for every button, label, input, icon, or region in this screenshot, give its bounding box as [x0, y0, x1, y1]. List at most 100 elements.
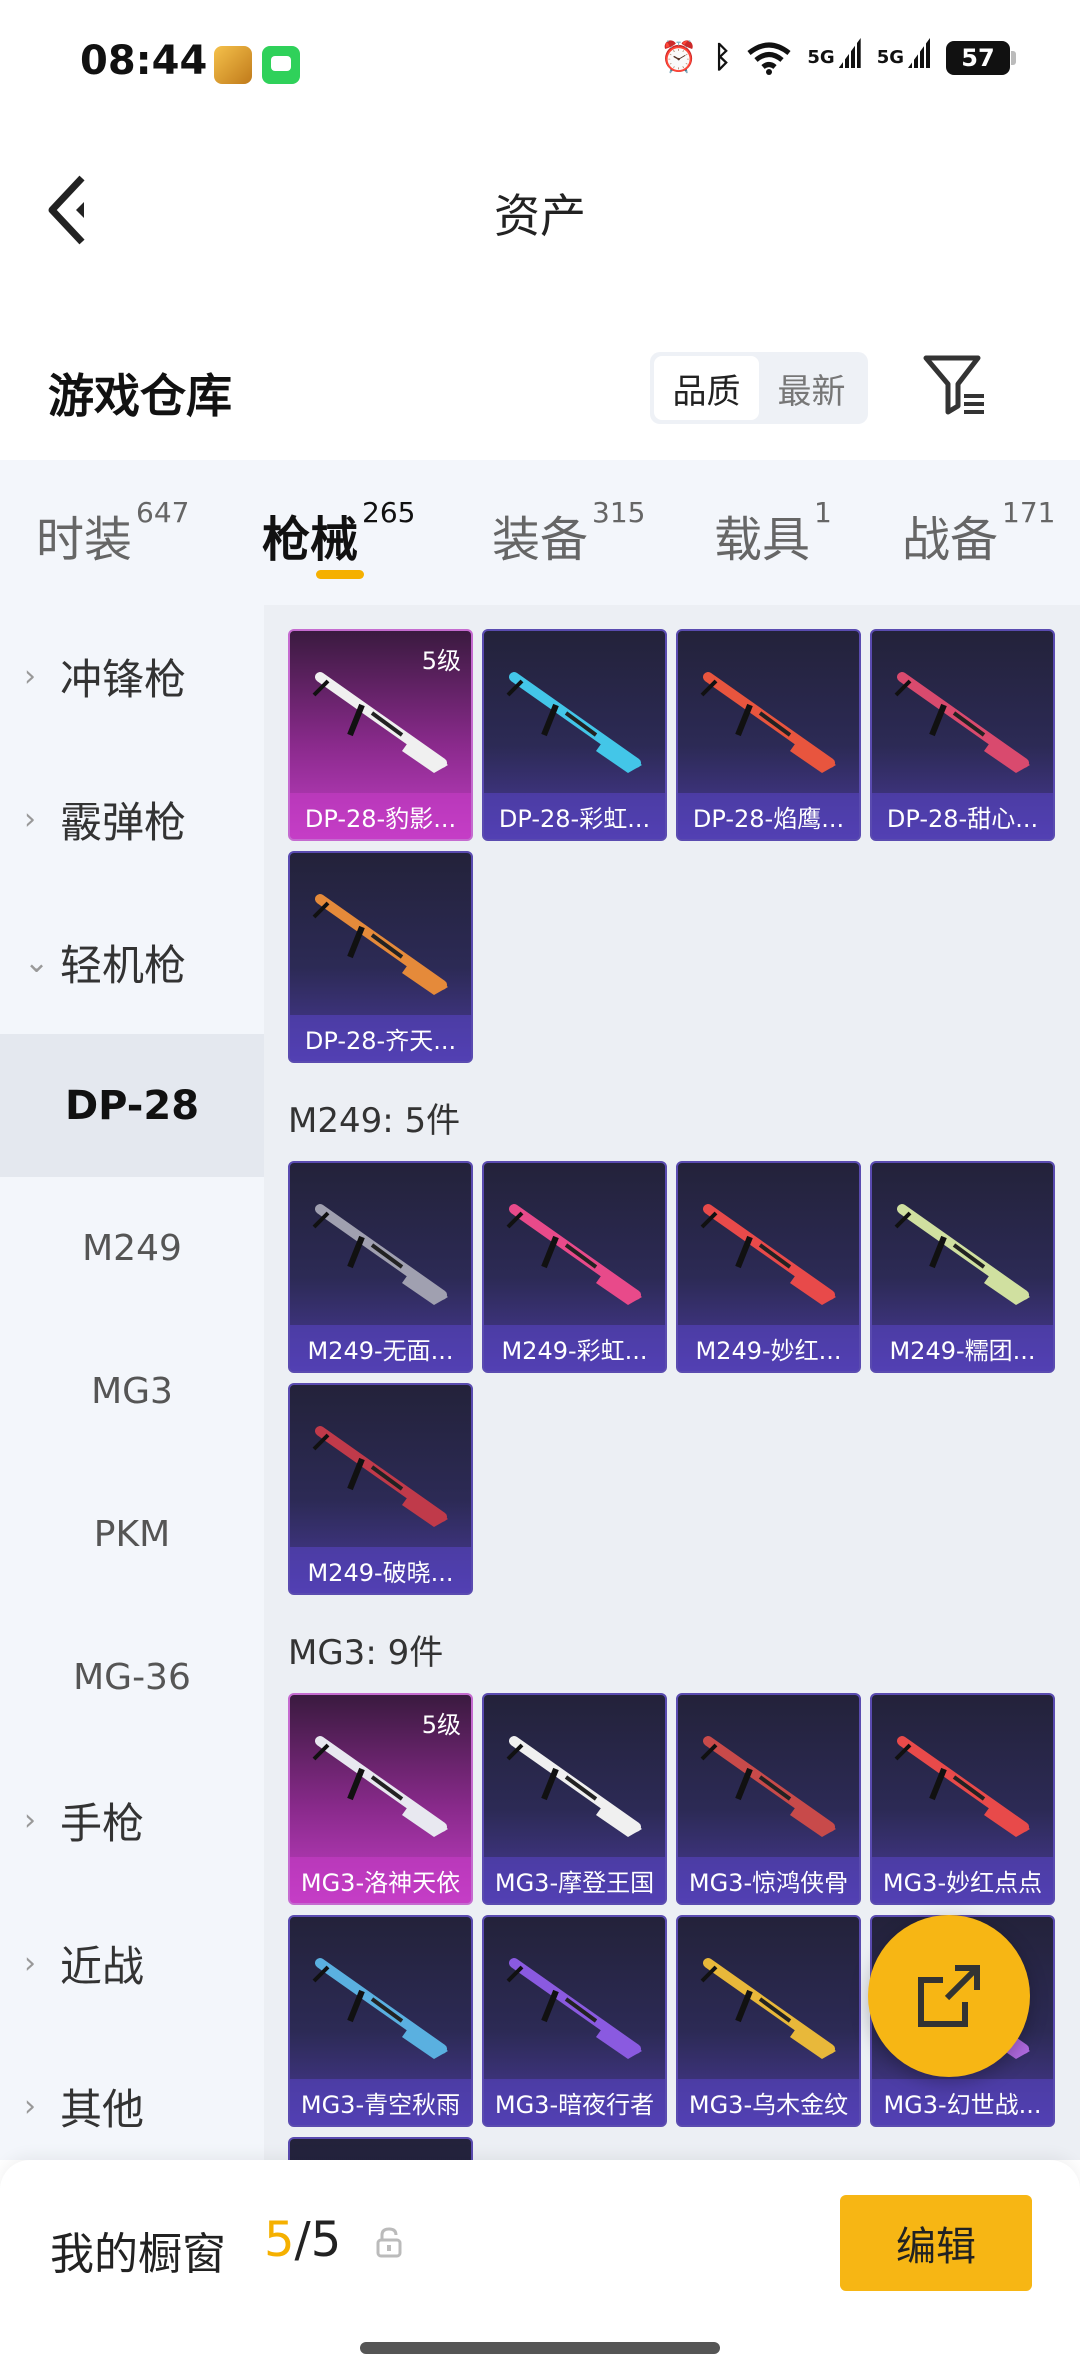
weapon-card[interactable]: MG3-妙红点点 [870, 1693, 1055, 1905]
tab-label: 载具 [714, 512, 811, 568]
weapon-skin-image [700, 1736, 836, 1837]
weapon-skin-image [506, 1204, 642, 1305]
sidebar-item-pistol[interactable]: › 手枪 [0, 1749, 264, 1892]
signal-5g-1: 5G [807, 47, 860, 68]
weapon-skin-name: DP-28-彩虹... [484, 793, 665, 839]
sort-newest-button[interactable]: 最新 [759, 356, 864, 420]
home-indicator [360, 2342, 720, 2354]
weapon-skin-name: DP-28-豹影... [290, 793, 471, 839]
weapon-card[interactable]: MG3-乌木金纹 [676, 1915, 861, 2127]
chevron-right-icon: › [24, 1946, 36, 1981]
sort-toggle: 品质 最新 [650, 352, 868, 424]
sidebar-item-label: 其他 [60, 2085, 145, 2134]
showcase-count: 5/5 [264, 2212, 341, 2268]
sidebar-item-smg[interactable]: › 冲锋枪 [0, 605, 264, 748]
weapon-card[interactable]: DP-28-齐天... [288, 851, 473, 1063]
battery-icon: 57 [946, 40, 1016, 75]
weapon-card[interactable]: M249-糯团... [870, 1161, 1055, 1373]
weapon-card[interactable]: DP-28-焰鹰... [676, 629, 861, 841]
sidebar-item-lmg[interactable]: ⌄ 轻机枪 [0, 891, 264, 1034]
weapon-card[interactable]: M249-彩虹... [482, 1161, 667, 1373]
weapon-skin-name: DP-28-甜心... [872, 793, 1053, 839]
tab-count: 647 [136, 496, 190, 529]
weapon-skin-name: M249-无面... [290, 1325, 471, 1371]
weapon-skin-name: MG3-摩登王国 [484, 1857, 665, 1903]
weapon-category-sidebar: › 冲锋枪 › 霰弹枪 ⌄ 轻机枪 DP-28 M249 MG3 PKM MG-… [0, 605, 264, 2160]
sidebar-item-other[interactable]: › 其他 [0, 2035, 264, 2178]
weapon-card[interactable]: 5级 DP-28-豹影... [288, 629, 473, 841]
weapon-skin-name: M249-妙红... [678, 1325, 859, 1371]
weapon-skin-name: DP-28-齐天... [290, 1015, 471, 1061]
edit-button[interactable]: 编辑 [840, 2195, 1032, 2291]
sidebar-item-label: 近战 [60, 1942, 145, 1991]
status-time: 08:44 [80, 38, 208, 84]
weapon-card[interactable]: DP-28-彩虹... [482, 629, 667, 841]
weapon-card[interactable]: DP-28-甜心... [870, 629, 1055, 841]
sidebar-sub-mg36[interactable]: MG-36 [0, 1606, 264, 1749]
showcase-title: 我的橱窗 [50, 2229, 226, 2280]
tab-label: 时装 [36, 512, 133, 568]
weapon-card[interactable]: MG3-暗夜行者 [482, 1915, 667, 2127]
tab-label: 战备 [902, 512, 999, 568]
sidebar-sub-m249[interactable]: M249 [0, 1177, 264, 1320]
share-fab-button[interactable] [868, 1915, 1030, 2077]
tab-vehicles[interactable]: 载具 1 [714, 496, 832, 570]
weapon-skin-name: M249-破晓... [290, 1547, 471, 1593]
sidebar-sub-mg3[interactable]: MG3 [0, 1320, 264, 1463]
tab-count: 1 [814, 496, 832, 529]
tab-count: 315 [592, 496, 646, 529]
chevron-right-icon: › [24, 2089, 36, 2124]
chevron-right-icon: › [24, 1803, 36, 1838]
chevron-down-icon: ⌄ [24, 945, 50, 980]
status-icons: ⏰ ᛒ 5G 5G 57 [660, 40, 1016, 75]
weapon-skin-image [894, 672, 1030, 773]
weapon-skin-image [506, 672, 642, 773]
weapon-skin-name: MG3-洛神天依 [290, 1857, 471, 1903]
warehouse-title: 游戏仓库 [48, 369, 232, 423]
tab-label: 装备 [492, 512, 589, 568]
weapon-card[interactable]: M249-无面... [288, 1161, 473, 1373]
sidebar-sub-pkm[interactable]: PKM [0, 1463, 264, 1606]
sidebar-item-melee[interactable]: › 近战 [0, 1892, 264, 2035]
filter-button[interactable] [920, 350, 990, 420]
weapon-card[interactable]: MG3-摩登王国 [482, 1693, 667, 1905]
wifi-icon [747, 42, 791, 75]
level-badge: 5级 [421, 1711, 461, 1739]
share-icon [918, 1965, 980, 2027]
weapon-group-title: M249: 5件 [288, 1101, 461, 1141]
weapon-skin-image [700, 1204, 836, 1305]
weapon-card[interactable]: MG3-青空秋雨 [288, 1915, 473, 2127]
sidebar-item-label: 霰弹枪 [60, 798, 187, 847]
showcase-total: /5 [294, 2212, 342, 2268]
weapon-skin-image [700, 1958, 836, 2059]
chevron-right-icon: › [24, 659, 36, 694]
showcase-bar: 我的橱窗 5/5 编辑 [0, 2160, 1080, 2376]
weapon-skin-image [312, 1426, 448, 1527]
weapon-skin-image [700, 672, 836, 773]
filter-icon [923, 355, 984, 415]
tab-weapons[interactable]: 枪械 265 [262, 496, 415, 570]
level-badge: 5级 [421, 647, 461, 675]
weapon-card[interactable]: MG3-惊鸿侠骨 [676, 1693, 861, 1905]
weapon-skin-name: MG3-幻世战... [872, 2079, 1053, 2125]
lock-icon [376, 2227, 402, 2258]
tab-fashion[interactable]: 时装 647 [36, 496, 189, 570]
weapon-skin-name: MG3-暗夜行者 [484, 2079, 665, 2125]
weapon-card-partial[interactable] [288, 2137, 473, 2160]
tab-supplies[interactable]: 战备 171 [902, 496, 1055, 570]
signal-5g-2: 5G [877, 47, 930, 68]
weapon-card[interactable]: M249-妙红... [676, 1161, 861, 1373]
tab-equipment[interactable]: 装备 315 [492, 496, 645, 570]
sidebar-sub-dp28[interactable]: DP-28 [0, 1034, 264, 1177]
game-app-icon [214, 46, 252, 84]
showcase-current: 5 [264, 2212, 295, 2268]
sidebar-item-shotgun[interactable]: › 霰弹枪 [0, 748, 264, 891]
weapon-skin-name: M249-彩虹... [484, 1325, 665, 1371]
weapon-skin-name: MG3-乌木金纹 [678, 2079, 859, 2125]
sort-quality-button[interactable]: 品质 [654, 356, 759, 420]
weapon-card[interactable]: M249-破晓... [288, 1383, 473, 1595]
nav-header: 资产 [0, 130, 1080, 280]
weapon-skin-name: MG3-青空秋雨 [290, 2079, 471, 2125]
weapon-skin-image [894, 1736, 1030, 1837]
weapon-card[interactable]: 5级 MG3-洛神天依 [288, 1693, 473, 1905]
